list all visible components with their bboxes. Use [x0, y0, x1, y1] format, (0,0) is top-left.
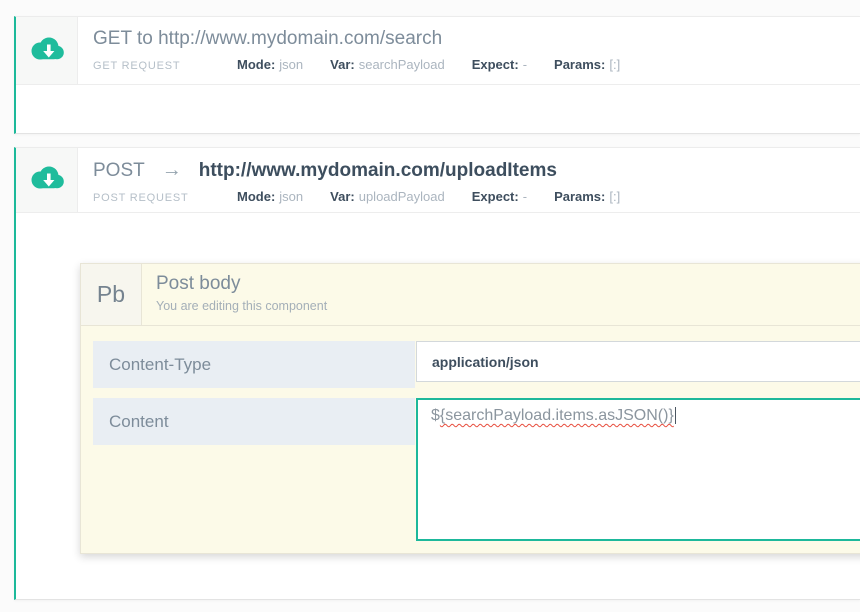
meta-params: Params:[:] — [554, 57, 620, 72]
post-request-card-header[interactable]: POST → http://www.mydomain.com/uploadIte… — [16, 148, 860, 213]
post-request-meta-row: POST REQUEST Mode:json Var:uploadPayload… — [93, 189, 860, 204]
meta-var: Var:uploadPayload — [330, 189, 445, 204]
meta-expect: Expect:- — [472, 57, 527, 72]
content-type-input[interactable]: application/json — [416, 341, 860, 382]
post-body-badge: Pb — [81, 264, 142, 325]
meta-mode: Mode:json — [237, 189, 303, 204]
get-request-type-label: GET REQUEST — [93, 60, 237, 72]
content-type-label: Content-Type — [93, 341, 415, 388]
text-cursor — [675, 407, 676, 424]
post-request-icon-cell — [16, 148, 78, 212]
get-request-icon-cell — [16, 17, 78, 84]
meta-expect: Expect:- — [472, 189, 527, 204]
get-request-card[interactable]: GET to http://www.mydomain.com/search GE… — [14, 16, 860, 134]
post-body-editor-panel: Pb Post body You are editing this compon… — [80, 263, 860, 554]
cloud-download-icon — [28, 165, 66, 195]
meta-mode: Mode:json — [237, 57, 303, 72]
content-value-prefix: $ — [431, 407, 440, 424]
content-label: Content — [93, 398, 415, 445]
meta-var: Var:searchPayload — [330, 57, 445, 72]
cloud-download-icon — [28, 36, 66, 66]
post-request-method: POST — [93, 160, 145, 182]
arrow-right-icon: → — [162, 159, 182, 182]
content-textarea[interactable]: ${searchPayload.items.asJSON()} — [416, 398, 860, 541]
post-request-type-label: POST REQUEST — [93, 192, 237, 204]
content-value-expression: {searchPayload.items.asJSON()} — [440, 407, 674, 424]
meta-params: Params:[:] — [554, 189, 620, 204]
get-request-meta-row: GET REQUEST Mode:json Var:searchPayload … — [93, 57, 860, 72]
post-body-panel-header: Pb Post body You are editing this compon… — [81, 264, 860, 326]
post-body-title: Post body — [156, 273, 860, 295]
get-request-card-header[interactable]: GET to http://www.mydomain.com/search GE… — [16, 17, 860, 85]
get-request-title: GET to http://www.mydomain.com/search — [93, 28, 442, 50]
post-body-subtitle: You are editing this component — [156, 299, 860, 313]
post-request-url: http://www.mydomain.com/uploadItems — [199, 160, 557, 182]
workflow-editor-screen: GET to http://www.mydomain.com/search GE… — [0, 0, 860, 612]
